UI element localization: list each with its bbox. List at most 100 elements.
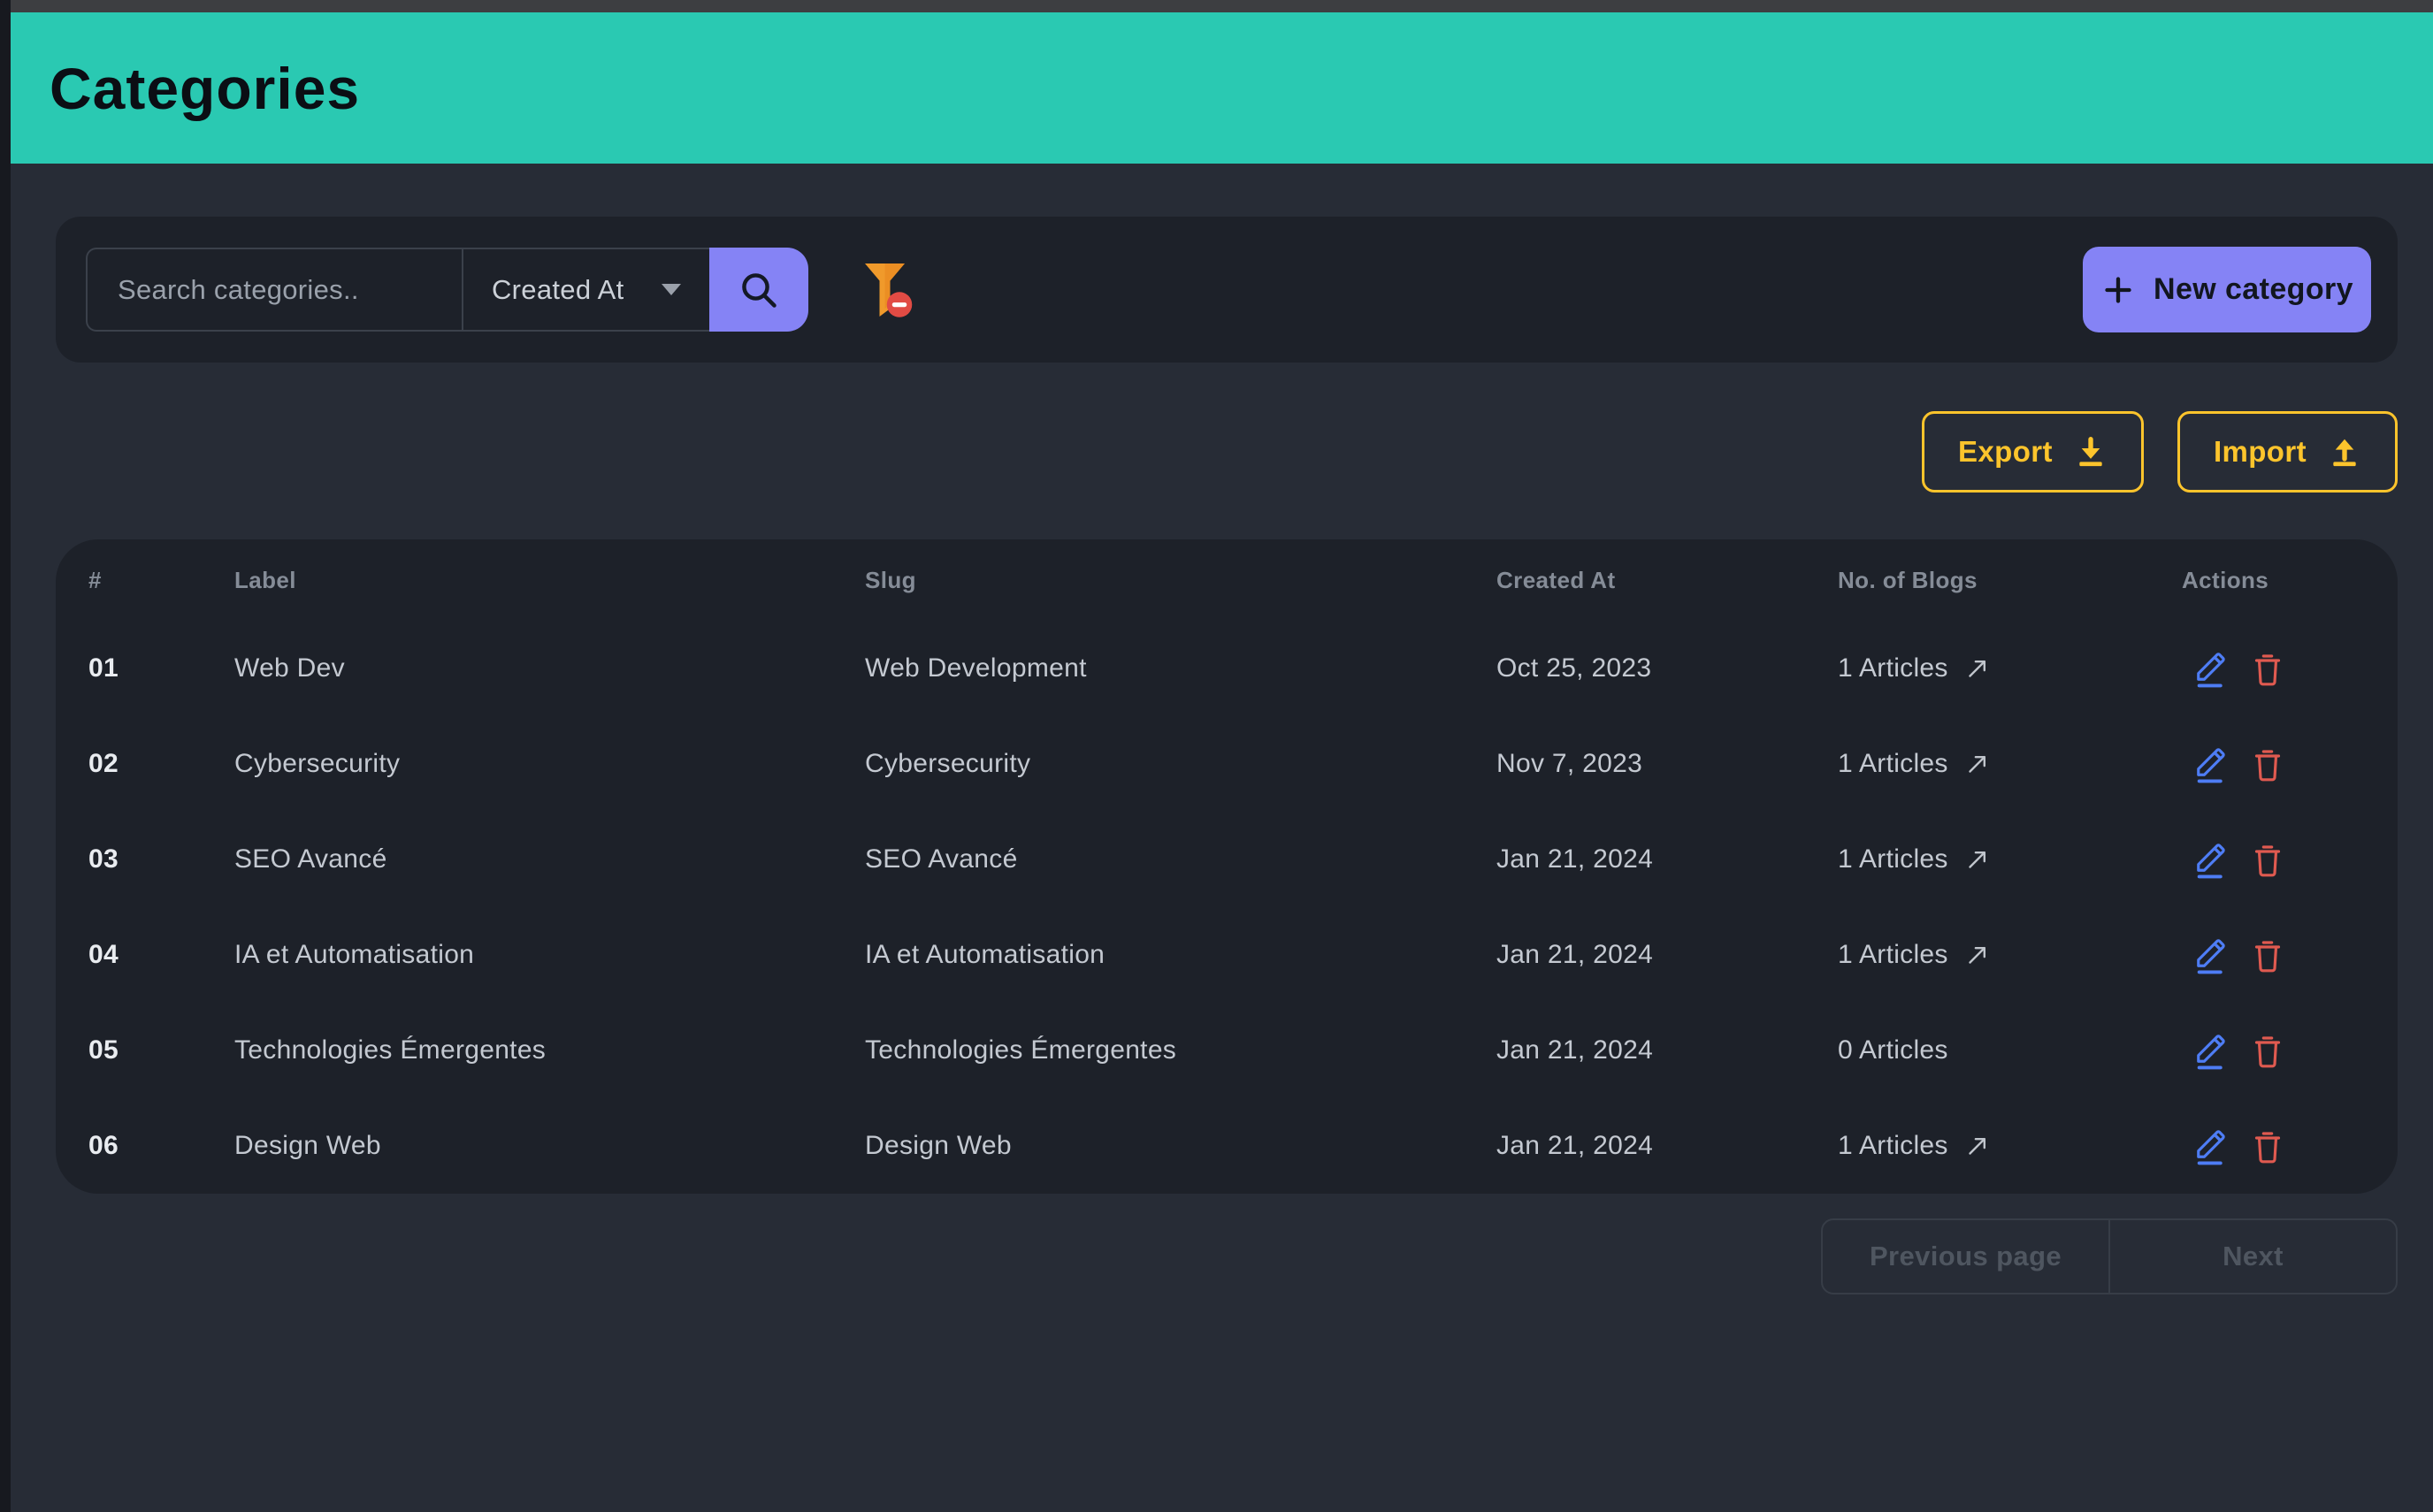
cell-blogs: 1 Articles [1838, 1131, 2182, 1161]
cell-slug: Web Development [865, 653, 1496, 683]
blogs-count: 1 Articles [1838, 940, 1948, 970]
cell-actions [2182, 1030, 2398, 1071]
trash-icon [2250, 1126, 2285, 1166]
trash-icon [2250, 935, 2285, 975]
clear-filter-button[interactable] [860, 258, 918, 322]
new-category-button[interactable]: New category [2083, 247, 2371, 332]
delete-button[interactable] [2249, 1126, 2286, 1166]
import-export-toolbar: Export Import [1922, 411, 2398, 493]
edit-button[interactable] [2191, 744, 2228, 784]
page-header: Categories [11, 12, 2433, 164]
edit-pencil-icon [2191, 744, 2228, 784]
table-row: 01 Web Dev Web Development Oct 25, 2023 … [56, 621, 2398, 716]
blogs-count: 1 Articles [1838, 749, 1948, 779]
next-page-button[interactable]: Next [2108, 1220, 2396, 1293]
funnel-minus-icon [860, 258, 918, 322]
upload-icon [2328, 435, 2361, 469]
import-button[interactable]: Import [2177, 411, 2398, 493]
export-button[interactable]: Export [1922, 411, 2144, 493]
search-input[interactable] [86, 248, 462, 332]
cell-index: 03 [88, 844, 234, 874]
import-label: Import [2214, 435, 2307, 469]
cell-slug: Technologies Émergentes [865, 1035, 1496, 1065]
column-header-label: Label [234, 567, 865, 594]
column-header-slug: Slug [865, 567, 1496, 594]
edit-pencil-icon [2191, 648, 2228, 689]
delete-button[interactable] [2249, 839, 2286, 880]
delete-button[interactable] [2249, 648, 2286, 689]
cell-blogs: 1 Articles [1838, 940, 2182, 970]
external-link-icon[interactable] [1962, 844, 1993, 874]
blogs-count: 1 Articles [1838, 1131, 1948, 1161]
edit-pencil-icon [2191, 935, 2228, 975]
column-header-index: # [88, 567, 234, 594]
previous-page-button[interactable]: Previous page [1823, 1220, 2108, 1293]
external-link-icon[interactable] [1962, 653, 1993, 683]
cell-label: Web Dev [234, 653, 865, 683]
window-top-strip [0, 0, 2433, 12]
cell-label: Technologies Émergentes [234, 1035, 865, 1065]
edit-button[interactable] [2191, 1126, 2228, 1166]
cell-index: 04 [88, 940, 234, 970]
cell-index: 06 [88, 1131, 234, 1161]
delete-button[interactable] [2249, 744, 2286, 784]
cell-slug: IA et Automatisation [865, 940, 1496, 970]
search-field-select[interactable]: Created At [462, 248, 709, 332]
search-button[interactable] [709, 248, 808, 332]
pagination: Previous page Next [1821, 1218, 2398, 1294]
trash-icon [2250, 648, 2285, 689]
edit-pencil-icon [2191, 839, 2228, 880]
edit-button[interactable] [2191, 935, 2228, 975]
search-panel: Created At New category [56, 217, 2398, 363]
edit-pencil-icon [2191, 1126, 2228, 1166]
cell-created: Nov 7, 2023 [1496, 749, 1838, 779]
cell-created: Jan 21, 2024 [1496, 1035, 1838, 1065]
cell-index: 05 [88, 1035, 234, 1065]
column-header-created: Created At [1496, 567, 1838, 594]
trash-icon [2250, 744, 2285, 784]
categories-table: # Label Slug Created At No. of Blogs Act… [56, 539, 2398, 1194]
export-label: Export [1958, 435, 2053, 469]
column-header-blogs: No. of Blogs [1838, 567, 2182, 594]
cell-slug: Cybersecurity [865, 749, 1496, 779]
cell-actions [2182, 648, 2398, 689]
edit-button[interactable] [2191, 839, 2228, 880]
cell-label: IA et Automatisation [234, 940, 865, 970]
page-title: Categories [50, 55, 360, 122]
cell-blogs: 0 Articles [1838, 1035, 2182, 1065]
cell-label: Cybersecurity [234, 749, 865, 779]
plus-icon [2100, 272, 2136, 308]
table-row: 05 Technologies Émergentes Technologies … [56, 1003, 2398, 1098]
external-link-icon[interactable] [1962, 749, 1993, 779]
trash-icon [2250, 839, 2285, 880]
search-input-group: Created At [86, 248, 808, 332]
external-link-icon[interactable] [1962, 940, 1993, 970]
cell-slug: SEO Avancé [865, 844, 1496, 874]
cell-index: 01 [88, 653, 234, 683]
column-header-actions: Actions [2182, 567, 2398, 594]
search-icon [734, 265, 784, 315]
cell-created: Oct 25, 2023 [1496, 653, 1838, 683]
cell-actions [2182, 744, 2398, 784]
edit-button[interactable] [2191, 648, 2228, 689]
table-header-row: # Label Slug Created At No. of Blogs Act… [56, 539, 2398, 621]
cell-created: Jan 21, 2024 [1496, 940, 1838, 970]
blogs-count: 1 Articles [1838, 844, 1948, 874]
table-row: 06 Design Web Design Web Jan 21, 2024 1 … [56, 1098, 2398, 1194]
edit-button[interactable] [2191, 1030, 2228, 1071]
table-row: 04 IA et Automatisation IA et Automatisa… [56, 907, 2398, 1003]
cell-slug: Design Web [865, 1131, 1496, 1161]
new-category-label: New category [2154, 272, 2353, 307]
cell-actions [2182, 839, 2398, 880]
search-field-selected-value: Created At [492, 274, 624, 306]
cell-label: Design Web [234, 1131, 865, 1161]
delete-button[interactable] [2249, 935, 2286, 975]
blogs-count: 1 Articles [1838, 653, 1948, 683]
delete-button[interactable] [2249, 1030, 2286, 1071]
cell-blogs: 1 Articles [1838, 844, 2182, 874]
table-row: 03 SEO Avancé SEO Avancé Jan 21, 2024 1 … [56, 812, 2398, 907]
download-icon [2074, 435, 2108, 469]
external-link-icon[interactable] [1962, 1131, 1993, 1161]
window-left-edge [0, 0, 11, 1512]
blogs-count: 0 Articles [1838, 1035, 1948, 1065]
